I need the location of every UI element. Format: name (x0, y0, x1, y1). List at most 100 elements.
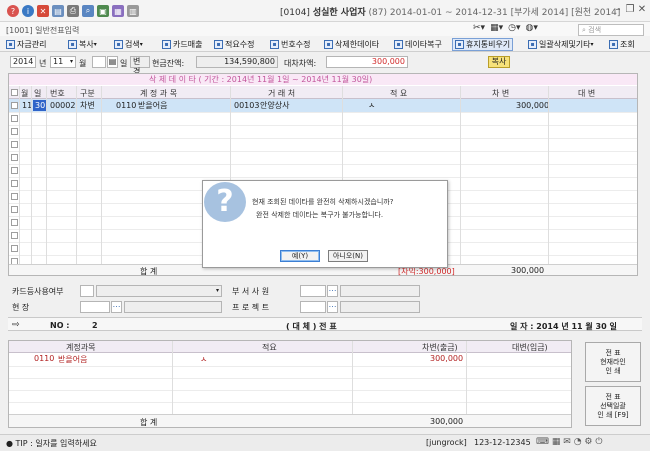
refresh-icon: ▪ (609, 40, 618, 49)
vcell-account-name[interactable]: 받을어음 (58, 354, 87, 365)
select-all-checkbox[interactable] (11, 89, 18, 96)
project-input[interactable] (300, 301, 326, 313)
no-button[interactable]: 아니오(N) (328, 250, 368, 262)
calculator-icon[interactable]: ▦ (552, 437, 561, 447)
menu-item-5[interactable]: ▪ 번호수정 (270, 38, 310, 51)
clock-icon[interactable]: ◷▾ (508, 23, 520, 33)
menu-item-9[interactable]: ▪ 일괄삭제및기타 ▾ (528, 38, 594, 51)
col-day: 일 (34, 89, 42, 98)
month-select[interactable]: 11 ▾ (50, 56, 76, 68)
company-code: [0104] (280, 8, 310, 18)
voucher-total-debit: 300,000 (430, 417, 464, 426)
menu-item-label: 휴지통비우기 (466, 40, 511, 49)
grid-row-line (9, 151, 637, 152)
menu-item-10[interactable]: ▪ 조회 (609, 38, 635, 51)
vcol-debit: 차변(출금) (422, 343, 458, 352)
print-selected-batch-button[interactable]: 전 표 선택일괄 인 쇄 [F9] (585, 386, 641, 426)
grid-row-line (9, 164, 637, 165)
calendar-picker-icon[interactable]: ▤ (107, 56, 118, 68)
grid-row-line (9, 112, 637, 113)
copy-button[interactable]: 복사 (488, 56, 510, 68)
help-icon[interactable]: ? (7, 5, 19, 17)
settings-icon[interactable]: ⚙ (584, 437, 592, 447)
vcell-account-code[interactable]: 0110 (34, 354, 54, 363)
globe-icon[interactable]: ◍▾ (525, 23, 537, 33)
search-input[interactable]: ⌕ 검색 (578, 24, 644, 36)
row-checkbox[interactable] (11, 115, 18, 122)
calendar-icon[interactable]: ▦▾ (490, 23, 503, 33)
delete-icon[interactable]: ▥ (127, 5, 139, 17)
cell-debit[interactable]: 300,000 (516, 100, 549, 111)
lookup-icon[interactable]: ⌕ (82, 5, 94, 17)
cell-number[interactable]: 00002 (50, 100, 75, 111)
print-current-line-button[interactable]: 전 표 현재라인 인 쇄 (585, 342, 641, 382)
department-name (340, 285, 420, 297)
menu-item-6[interactable]: ▪ 삭제한데이타 (324, 38, 379, 51)
menu-item-label: 데이타복구 (405, 40, 442, 49)
row-checkbox[interactable] (11, 193, 18, 200)
close-icon[interactable]: ✕ (636, 4, 648, 15)
department-lookup-icon[interactable]: ⋯ (327, 285, 338, 297)
row-checkbox[interactable] (11, 154, 18, 161)
card-usage-code[interactable] (80, 285, 94, 297)
bulk-delete-icon: ▪ (528, 40, 537, 49)
cell-type[interactable]: 차변 (80, 100, 95, 111)
menu-item-2[interactable]: ▪ 검색 ▾ (114, 38, 143, 51)
row-checkbox[interactable] (11, 167, 18, 174)
cell-account-name[interactable]: 받을어음 (138, 100, 167, 111)
search-icon: ▪ (114, 40, 123, 49)
site-name (124, 301, 222, 313)
cell-account-code[interactable]: 0110 (116, 100, 136, 111)
excel-icon[interactable]: ▦ (112, 5, 124, 17)
row-checkbox[interactable] (11, 232, 18, 239)
code-icon[interactable]: ▤ (52, 5, 64, 17)
chat-icon[interactable]: ◔ (574, 437, 582, 447)
menu-item-3[interactable]: ▪ 카드매출 (162, 38, 202, 51)
change-button[interactable]: 변경 (130, 56, 150, 76)
row-checkbox[interactable] (11, 206, 18, 213)
search-icon: ⌕ (582, 26, 586, 34)
yes-button[interactable]: 예(Y) (280, 250, 320, 262)
cell-memo[interactable]: ㅅ (368, 100, 375, 111)
print-icon[interactable]: ⎙ (67, 5, 79, 17)
close-screen-icon[interactable]: ✕ (37, 5, 49, 17)
site-lookup-icon[interactable]: ⋯ (111, 301, 122, 313)
project-lookup-icon[interactable]: ⋯ (327, 301, 338, 313)
row-checkbox[interactable] (11, 141, 18, 148)
info-icon[interactable]: i (22, 5, 34, 17)
row-checkbox[interactable] (11, 128, 18, 135)
day-input[interactable] (92, 56, 106, 68)
copy-icon: ▪ (68, 40, 77, 49)
menu-item-4[interactable]: ▪ 적요수정 (214, 38, 254, 51)
cell-client-name[interactable]: 안양상사 (260, 100, 289, 111)
voucher-row-line (9, 402, 571, 403)
mail-icon[interactable]: ✉ (563, 437, 571, 447)
row-checkbox[interactable] (11, 102, 18, 109)
row-checkbox[interactable] (11, 245, 18, 252)
menu-item-8[interactable]: ▪ 휴지통비우기 (452, 38, 514, 51)
menu-item-label: 검색 (125, 40, 140, 49)
save-icon[interactable]: ▣ (97, 5, 109, 17)
row-checkbox[interactable] (11, 219, 18, 226)
row-checkbox[interactable] (11, 180, 18, 187)
minimize-icon[interactable]: – (612, 4, 624, 15)
tools-icon[interactable]: ✂▾ (473, 23, 485, 33)
restore-icon[interactable]: ❐ (624, 4, 636, 15)
deleted-data-icon: ▪ (324, 40, 333, 49)
cell-client-code[interactable]: 00103 (234, 100, 259, 111)
menu-item-1[interactable]: ▪ 복사 ▾ (68, 38, 97, 51)
year-label: 년 (39, 59, 47, 68)
department-input[interactable] (300, 285, 326, 297)
vcell-debit[interactable]: 300,000 (430, 354, 463, 363)
col-client: 거 래 처 (268, 89, 296, 98)
menu-item-0[interactable]: ▪ 자금관리 (6, 38, 46, 51)
vcell-memo[interactable]: ㅅ (200, 354, 207, 365)
site-label: 현 장 (12, 303, 30, 312)
site-input[interactable] (80, 301, 110, 313)
card-usage-select[interactable]: ▾ (96, 285, 222, 297)
power-icon[interactable]: ⏻ (595, 437, 602, 447)
menu-item-7[interactable]: ▪ 데이타복구 (394, 38, 442, 51)
keyboard-icon[interactable]: ⌨ (536, 437, 549, 447)
year-input[interactable]: 2014 (10, 56, 36, 68)
vcol-memo: 적요 (262, 343, 277, 352)
